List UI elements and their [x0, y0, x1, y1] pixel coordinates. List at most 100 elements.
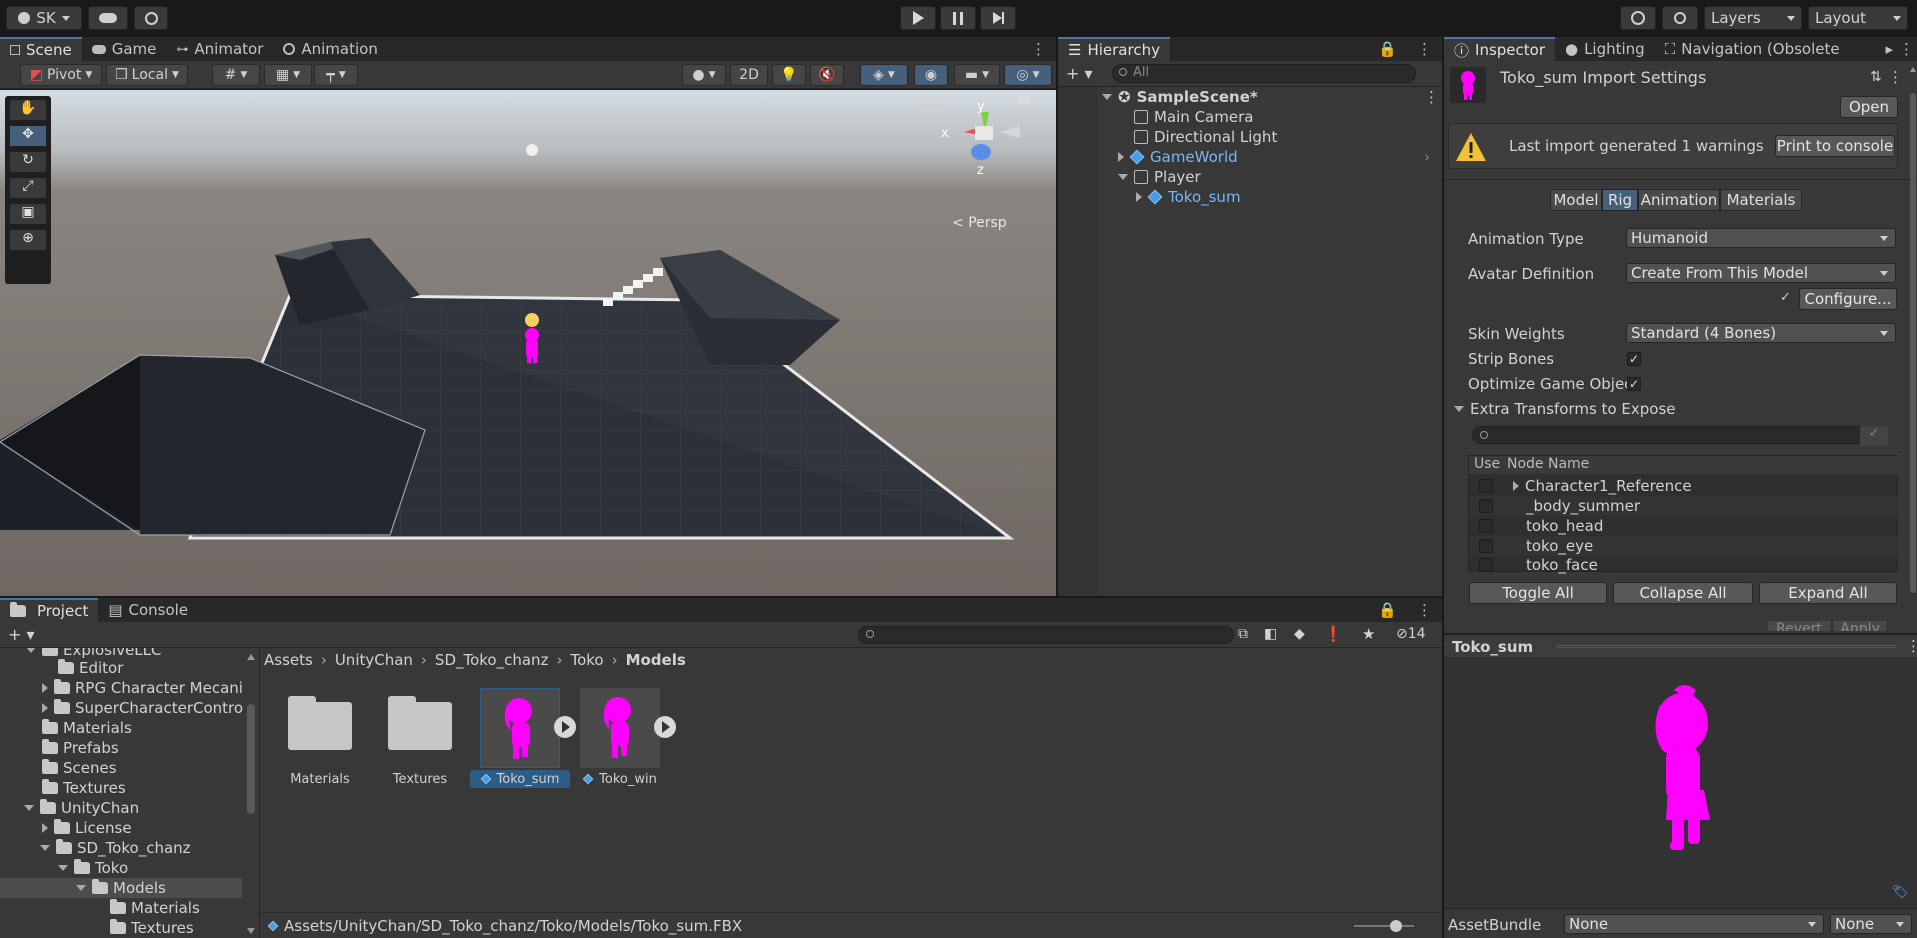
- inspector-scrollbar[interactable]: [1909, 67, 1917, 627]
- tab-hierarchy[interactable]: ☰ Hierarchy: [1058, 37, 1170, 61]
- tree-item[interactable]: Scenes: [42, 758, 117, 778]
- local-dropdown[interactable]: ❒ Local ▼: [106, 64, 188, 86]
- hierarchy-item-player[interactable]: Player: [1118, 167, 1201, 187]
- label-icon[interactable]: ◆: [1294, 626, 1305, 642]
- search-confirm-icon[interactable]: ✓: [1860, 426, 1888, 446]
- asset-model-toko-win[interactable]: Toko_win: [570, 688, 676, 792]
- tab-game[interactable]: Game: [82, 37, 167, 61]
- breadcrumb-item[interactable]: Assets: [264, 651, 313, 669]
- subtab-model[interactable]: Model: [1550, 189, 1602, 211]
- play-preview-icon[interactable]: [654, 716, 676, 738]
- expand-all-button[interactable]: Expand All: [1759, 582, 1897, 604]
- subtab-rig[interactable]: Rig: [1602, 189, 1638, 211]
- rect-tool-icon[interactable]: ▣: [10, 204, 46, 224]
- table-row[interactable]: _body_summer: [1469, 496, 1899, 516]
- tab-animation[interactable]: Animation: [273, 37, 387, 61]
- kebab-menu-icon[interactable]: ⋮: [1407, 598, 1442, 622]
- assetbundle-dropdown[interactable]: None: [1564, 914, 1824, 934]
- preview-header[interactable]: Toko_sum ⋮: [1444, 635, 1917, 659]
- layout-dropdown[interactable]: Layout: [1808, 6, 1908, 30]
- tab-scene[interactable]: Scene: [0, 37, 82, 61]
- strip-bones-checkbox[interactable]: ✓: [1627, 352, 1641, 366]
- revert-button[interactable]: Revert: [1768, 621, 1830, 631]
- print-to-console-button[interactable]: Print to console: [1775, 135, 1895, 157]
- tree-item[interactable]: Prefabs: [42, 738, 119, 758]
- camera-button[interactable]: ▬ ▼: [954, 64, 1000, 86]
- layers-dropdown[interactable]: Layers: [1704, 6, 1802, 30]
- project-search-input[interactable]: [858, 626, 1234, 644]
- use-checkbox[interactable]: [1479, 558, 1493, 572]
- icon-size-slider[interactable]: [1354, 920, 1414, 932]
- extra-transforms-foldout[interactable]: Extra Transforms to Expose: [1454, 399, 1675, 419]
- rotate-tool-icon[interactable]: ↻: [10, 152, 46, 172]
- tab-animator[interactable]: ⊶ Animator: [166, 37, 273, 61]
- star-icon[interactable]: ★: [1362, 625, 1375, 643]
- audio-toggle[interactable]: 🔇: [810, 64, 844, 86]
- use-checkbox[interactable]: [1479, 539, 1493, 553]
- skin-weights-dropdown[interactable]: Standard (4 Bones): [1626, 323, 1896, 343]
- tree-item[interactable]: Editor: [58, 658, 123, 678]
- extra-transforms-search[interactable]: [1472, 426, 1872, 444]
- toggle-all-button[interactable]: Toggle All: [1469, 582, 1607, 604]
- tab-navigation[interactable]: ⛶ Navigation (Obsolete: [1655, 37, 1850, 61]
- table-row[interactable]: toko_face: [1469, 556, 1899, 574]
- play-button[interactable]: [900, 6, 936, 30]
- model-preview[interactable]: [1444, 660, 1917, 908]
- asset-folder-materials[interactable]: Materials: [270, 690, 370, 790]
- step-button[interactable]: [980, 6, 1016, 30]
- cloud-button[interactable]: [88, 6, 128, 30]
- use-checkbox[interactable]: [1479, 479, 1493, 493]
- tree-item[interactable]: Toko: [58, 858, 128, 878]
- search-button[interactable]: [1662, 6, 1698, 30]
- tag-icon[interactable]: 🏷: [1892, 885, 1909, 900]
- avatar-definition-dropdown[interactable]: Create From This Model: [1626, 263, 1896, 283]
- kebab-menu-icon[interactable]: ⋮: [1888, 68, 1903, 86]
- search-mode-icon[interactable]: ⧉: [1238, 626, 1248, 642]
- hierarchy-item-main-camera[interactable]: Main Camera: [1134, 107, 1253, 127]
- tree-item[interactable]: License: [42, 818, 132, 838]
- slider-thumb[interactable]: [1390, 920, 1402, 932]
- animation-type-dropdown[interactable]: Humanoid: [1626, 228, 1896, 248]
- preset-icon[interactable]: ⇅: [1870, 69, 1882, 85]
- table-row[interactable]: toko_head: [1469, 516, 1899, 536]
- hierarchy-item-gameworld[interactable]: GameWorld: [1118, 147, 1238, 167]
- subtab-animation[interactable]: Animation: [1638, 189, 1720, 211]
- table-row[interactable]: Character1_Reference: [1469, 476, 1899, 496]
- use-checkbox[interactable]: [1479, 499, 1493, 513]
- transform-tool-icon[interactable]: ⊕: [10, 230, 46, 250]
- asset-folder-textures[interactable]: Textures: [370, 690, 470, 790]
- gizmos-button[interactable]: ◎ ▼: [1004, 64, 1052, 86]
- kebab-menu-icon[interactable]: ⋮: [1424, 87, 1439, 107]
- breadcrumb-item[interactable]: Toko: [570, 651, 603, 669]
- tab-project[interactable]: Project: [0, 598, 99, 622]
- tree-item[interactable]: RPG Character Mecani: [42, 678, 243, 698]
- chevron-right-icon[interactable]: ›: [1424, 147, 1430, 167]
- grid-visibility-button[interactable]: ▦ ▼: [264, 64, 312, 86]
- tab-console[interactable]: ▤ Console: [98, 598, 198, 622]
- visibility-toggle[interactable]: ◉: [914, 64, 948, 86]
- breadcrumb-current[interactable]: Models: [626, 651, 686, 669]
- lighting-toggle[interactable]: 💡: [772, 64, 806, 86]
- kebab-menu-icon[interactable]: ⋮: [1896, 37, 1917, 61]
- subtab-materials[interactable]: Materials: [1720, 189, 1802, 211]
- history-button[interactable]: [1620, 6, 1656, 30]
- hierarchy-item-toko-sum[interactable]: Toko_sum: [1136, 187, 1241, 207]
- hand-tool-icon[interactable]: ✋: [10, 100, 46, 120]
- pause-button[interactable]: [940, 6, 976, 30]
- assetbundle-variant-dropdown[interactable]: None: [1830, 914, 1912, 934]
- scale-tool-icon[interactable]: ⤢: [10, 178, 46, 198]
- effects-toggle[interactable]: ◈ ▼: [860, 64, 908, 86]
- add-button[interactable]: + ▾: [8, 625, 35, 644]
- tab-overflow-icon[interactable]: ▸: [1882, 37, 1896, 61]
- kebab-menu-icon[interactable]: ⋮: [1407, 37, 1442, 61]
- increment-snap-button[interactable]: ┯ ▼: [314, 64, 358, 86]
- kebab-menu-icon[interactable]: ⋮: [1021, 37, 1056, 61]
- add-button[interactable]: + ▾: [1066, 64, 1093, 83]
- tab-lighting[interactable]: ● Lighting: [1555, 37, 1655, 61]
- filter-type-icon[interactable]: ◧: [1264, 626, 1277, 642]
- hierarchy-item-directional-light[interactable]: Directional Light: [1134, 127, 1277, 147]
- tree-item[interactable]: SD_Toko_chanz: [40, 838, 191, 858]
- hierarchy-search-input[interactable]: All: [1112, 64, 1416, 83]
- 2d-toggle[interactable]: 2D: [730, 64, 768, 86]
- tree-item[interactable]: Textures: [42, 778, 126, 798]
